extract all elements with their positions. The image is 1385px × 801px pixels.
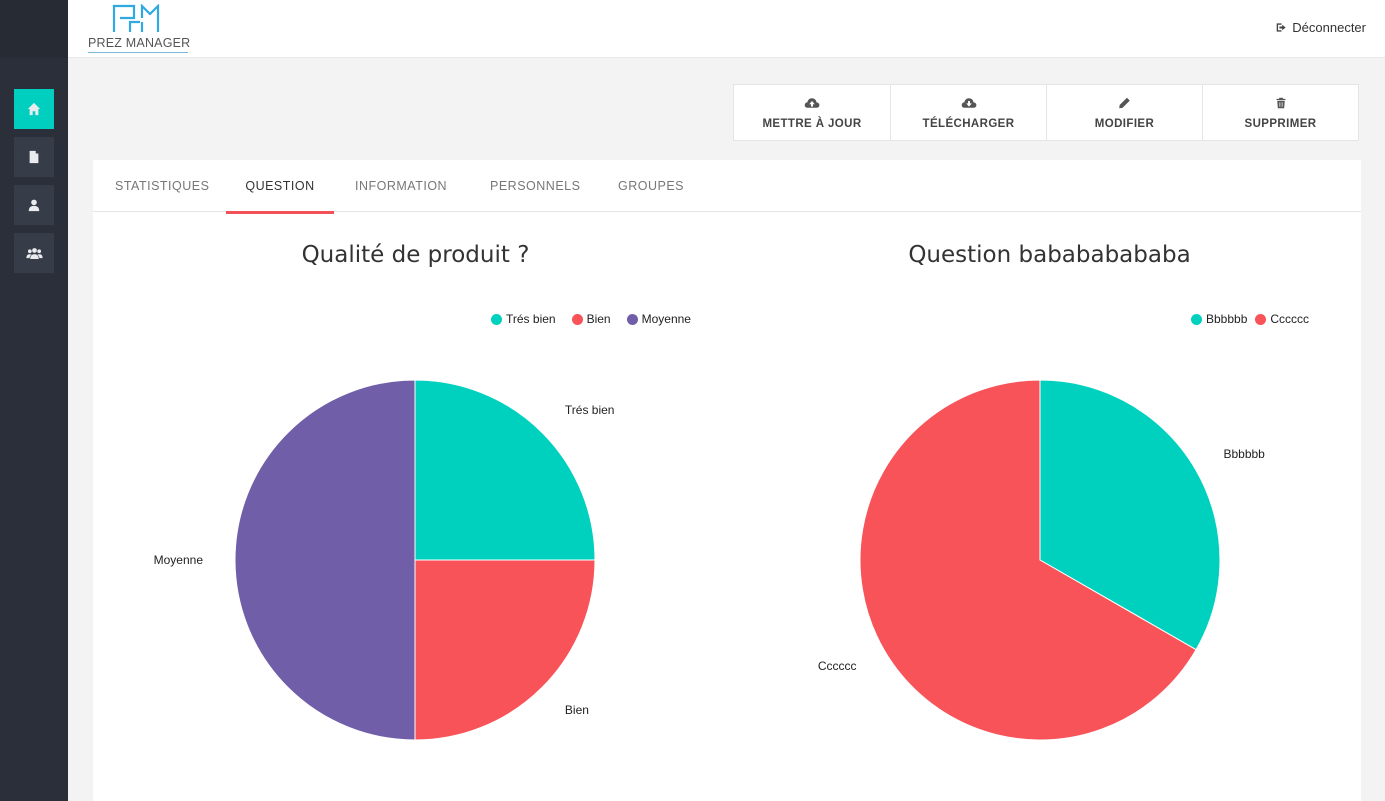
tab-personnels[interactable]: PERSONNELS [490, 160, 580, 212]
logo-text: PREZ MANAGER [88, 36, 191, 50]
sidebar-item-home[interactable] [14, 89, 54, 129]
file-icon [29, 150, 39, 164]
tab-bar: STATISTIQUES QUESTION INFORMATION PERSON… [93, 160, 1361, 214]
delete-button-label: SUPPRIMER [1244, 117, 1317, 130]
sidebar-header [0, 0, 68, 58]
pie-slice-label: Trés bien [565, 403, 615, 417]
logo-underline [88, 52, 188, 53]
logout-label: Déconnecter [1292, 20, 1366, 35]
sidebar-item-groups[interactable] [14, 233, 54, 273]
pie-slice-label: Bien [565, 703, 589, 717]
pie-slice-label: Moyenne [154, 553, 204, 567]
tab-information[interactable]: INFORMATION [355, 160, 447, 212]
delete-button[interactable]: SUPPRIMER [1202, 84, 1359, 141]
tab-question[interactable]: QUESTION [226, 160, 334, 214]
pie-chart: Bbbbbb Cccccc [818, 379, 1265, 741]
pie-slice-label: Cccccc [818, 659, 857, 673]
logo-mark [112, 4, 160, 32]
download-button-label: TÉLÉCHARGER [922, 117, 1015, 130]
user-icon [28, 199, 40, 212]
sidebar-item-documents[interactable] [14, 137, 54, 177]
sidebar-item-user[interactable] [14, 185, 54, 225]
edit-button-label: MODIFIER [1094, 117, 1155, 130]
update-button-label: METTRE À JOUR [762, 117, 862, 130]
home-icon [27, 102, 41, 116]
edit-button[interactable]: MODIFIER [1046, 84, 1203, 141]
action-toolbar: METTRE À JOUR TÉLÉCHARGER MODIFIER SUPPR… [733, 84, 1359, 141]
tab-statistiques[interactable]: STATISTIQUES [115, 160, 209, 212]
logout-link[interactable]: Déconnecter [1276, 20, 1366, 35]
pencil-icon [1119, 97, 1130, 108]
pie-slice-moyenne[interactable] [234, 379, 416, 741]
sign-out-icon [1276, 23, 1286, 32]
pie-chart: Trés bien Bien Moyenne [154, 379, 615, 741]
chart-quality: Qualité de produit ? Trés bien Bien Moye… [93, 212, 738, 801]
trash-icon [1276, 97, 1285, 108]
chart-question: Question babababababa Bbbbbb Cccccc Bbbb… [738, 212, 1361, 801]
users-icon [25, 248, 43, 259]
download-button[interactable]: TÉLÉCHARGER [890, 84, 1047, 141]
cloud-download-icon [961, 97, 976, 108]
tab-groupes[interactable]: GROUPES [618, 160, 684, 212]
logo[interactable]: PREZ MANAGER [88, 4, 191, 54]
cloud-upload-icon [804, 97, 820, 108]
pie-slice-label: Bbbbbb [1223, 447, 1265, 461]
sidebar [0, 0, 68, 801]
update-button[interactable]: METTRE À JOUR [733, 84, 891, 141]
main-panel: STATISTIQUES QUESTION INFORMATION PERSON… [93, 160, 1361, 801]
top-bar: PREZ MANAGER Déconnecter [68, 0, 1385, 58]
